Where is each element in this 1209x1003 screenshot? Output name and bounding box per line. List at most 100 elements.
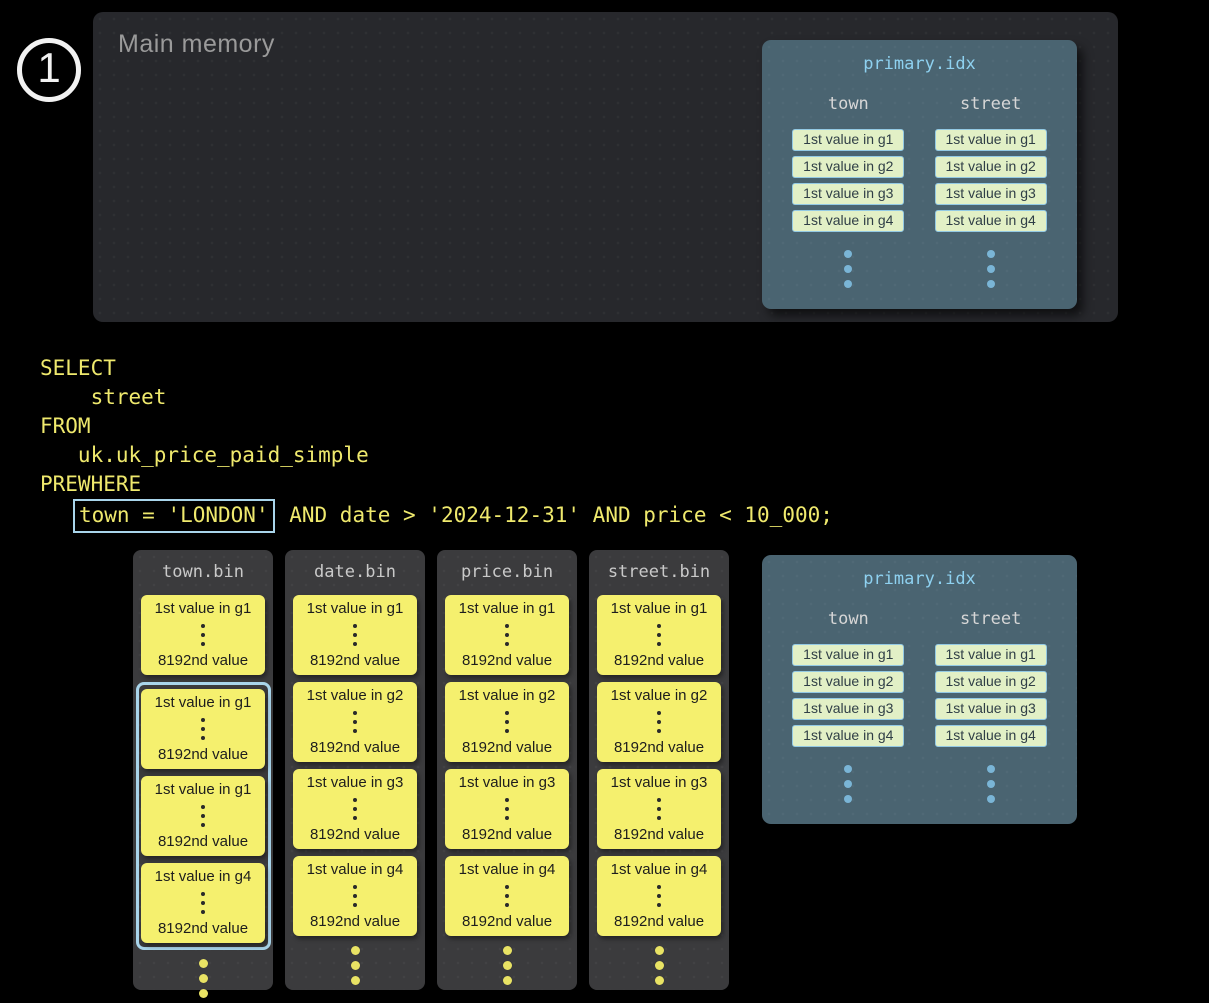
granule-first-value: 1st value in g3 (293, 774, 417, 791)
idx-entry: 1st value in g4 (935, 210, 1047, 232)
diagram-page: { "badge": { "number": "1" }, "main_memo… (0, 0, 1209, 1003)
granule-first-value: 1st value in g1 (141, 694, 265, 711)
granule-last-value: 8192nd value (597, 652, 721, 669)
bin-column-price: price.bin 1st value in g1 8192nd value 1… (437, 550, 577, 990)
granule-last-value: 8192nd value (141, 920, 265, 937)
granule-block: 1st value in g4 8192nd value (141, 863, 265, 943)
ellipsis-dots-icon (141, 715, 265, 742)
granule-first-value: 1st value in g1 (293, 600, 417, 617)
bin-file-name: street.bin (589, 562, 729, 582)
idx-entry: 1st value in g2 (792, 156, 904, 178)
granule-first-value: 1st value in g1 (141, 781, 265, 798)
ellipsis-dots-icon (141, 802, 265, 829)
ellipsis-dots-icon (987, 246, 995, 291)
granule-last-value: 8192nd value (293, 826, 417, 843)
idx-column-name: street (960, 94, 1021, 114)
bin-file-name: town.bin (133, 562, 273, 582)
primary-idx-columns: town 1st value in g1 1st value in g2 1st… (762, 609, 1077, 806)
idx-entry: 1st value in g1 (792, 644, 904, 666)
ellipsis-dots-icon (987, 761, 995, 806)
sql-line: FROM (40, 412, 833, 441)
granule-block: 1st value in g2 8192nd value (293, 682, 417, 762)
granule-block: 1st value in g2 8192nd value (597, 682, 721, 762)
main-memory-title: Main memory (118, 30, 275, 59)
granule-last-value: 8192nd value (445, 826, 569, 843)
ellipsis-dots-icon (293, 882, 417, 909)
ellipsis-dots-icon (285, 943, 425, 988)
ellipsis-dots-icon (445, 621, 569, 648)
idx-entry: 1st value in g1 (935, 129, 1047, 151)
granule-block: 1st value in g3 8192nd value (597, 769, 721, 849)
granule-last-value: 8192nd value (597, 739, 721, 756)
granule-last-value: 8192nd value (293, 652, 417, 669)
idx-column-name: town (828, 609, 869, 629)
idx-entry: 1st value in g1 (792, 129, 904, 151)
granule-block: 1st value in g3 8192nd value (293, 769, 417, 849)
ellipsis-dots-icon (445, 708, 569, 735)
ellipsis-dots-icon (597, 621, 721, 648)
sql-line: street (40, 383, 833, 412)
granule-block: 1st value in g1 8192nd value (597, 595, 721, 675)
bin-column-street: street.bin 1st value in g1 8192nd value … (589, 550, 729, 990)
idx-entry: 1st value in g4 (792, 210, 904, 232)
granule-last-value: 8192nd value (141, 833, 265, 850)
granule-block: 1st value in g1 8192nd value (445, 595, 569, 675)
idx-entry: 1st value in g2 (935, 156, 1047, 178)
bin-column-town: town.bin 1st value in g1 8192nd value 1s… (133, 550, 273, 990)
sql-line: uk.uk_price_paid_simple (40, 441, 833, 470)
ellipsis-dots-icon (133, 956, 273, 1001)
ellipsis-dots-icon (293, 795, 417, 822)
sql-query: SELECT street FROM uk.uk_price_paid_simp… (40, 354, 833, 533)
granule-last-value: 8192nd value (445, 913, 569, 930)
granule-first-value: 1st value in g4 (445, 861, 569, 878)
granule-first-value: 1st value in g2 (293, 687, 417, 704)
ellipsis-dots-icon (445, 795, 569, 822)
idx-entry: 1st value in g3 (792, 183, 904, 205)
granule-last-value: 8192nd value (293, 913, 417, 930)
ellipsis-dots-icon (293, 621, 417, 648)
bin-file-name: date.bin (285, 562, 425, 582)
granule-last-value: 8192nd value (293, 739, 417, 756)
ellipsis-dots-icon (844, 246, 852, 291)
sql-line: PREWHERE (40, 470, 833, 499)
selected-granules-highlight: 1st value in g1 8192nd value 1st value i… (136, 682, 271, 950)
idx-column-name: street (960, 609, 1021, 629)
idx-entry: 1st value in g4 (792, 725, 904, 747)
bin-file-name: price.bin (437, 562, 577, 582)
sql-rest: AND date > '2024-12-31' AND price < 10_0… (277, 503, 833, 527)
primary-idx-card-disk: primary.idx town 1st value in g1 1st val… (762, 555, 1077, 824)
primary-idx-title: primary.idx (762, 569, 1077, 589)
ellipsis-dots-icon (844, 761, 852, 806)
sql-line: SELECT (40, 354, 833, 383)
idx-entry: 1st value in g1 (935, 644, 1047, 666)
granule-first-value: 1st value in g4 (597, 861, 721, 878)
sql-highlighted-predicate: town = 'LONDON' (73, 499, 275, 533)
granule-block: 1st value in g1 8192nd value (141, 595, 265, 675)
granule-first-value: 1st value in g2 (597, 687, 721, 704)
granule-last-value: 8192nd value (445, 739, 569, 756)
granule-first-value: 1st value in g4 (141, 868, 265, 885)
granule-block: 1st value in g4 8192nd value (293, 856, 417, 936)
ellipsis-dots-icon (589, 943, 729, 988)
sql-prewhere-line: town = 'LONDON' AND date > '2024-12-31' … (40, 499, 833, 533)
ellipsis-dots-icon (597, 882, 721, 909)
granule-block: 1st value in g4 8192nd value (597, 856, 721, 936)
primary-idx-columns: town 1st value in g1 1st value in g2 1st… (762, 94, 1077, 291)
ellipsis-dots-icon (293, 708, 417, 735)
idx-column-street: street 1st value in g1 1st value in g2 1… (935, 609, 1047, 806)
granule-first-value: 1st value in g3 (597, 774, 721, 791)
granule-last-value: 8192nd value (597, 826, 721, 843)
step-number: 1 (37, 47, 60, 89)
idx-entry: 1st value in g3 (935, 698, 1047, 720)
bin-column-date: date.bin 1st value in g1 8192nd value 1s… (285, 550, 425, 990)
idx-column-name: town (828, 94, 869, 114)
ellipsis-dots-icon (141, 621, 265, 648)
granule-last-value: 8192nd value (445, 652, 569, 669)
granule-last-value: 8192nd value (141, 746, 265, 763)
idx-entry: 1st value in g2 (935, 671, 1047, 693)
granule-block: 1st value in g2 8192nd value (445, 682, 569, 762)
granule-first-value: 1st value in g2 (445, 687, 569, 704)
granule-block: 1st value in g1 8192nd value (293, 595, 417, 675)
granule-last-value: 8192nd value (141, 652, 265, 669)
main-memory-panel: Main memory primary.idx town 1st value i… (93, 12, 1118, 322)
